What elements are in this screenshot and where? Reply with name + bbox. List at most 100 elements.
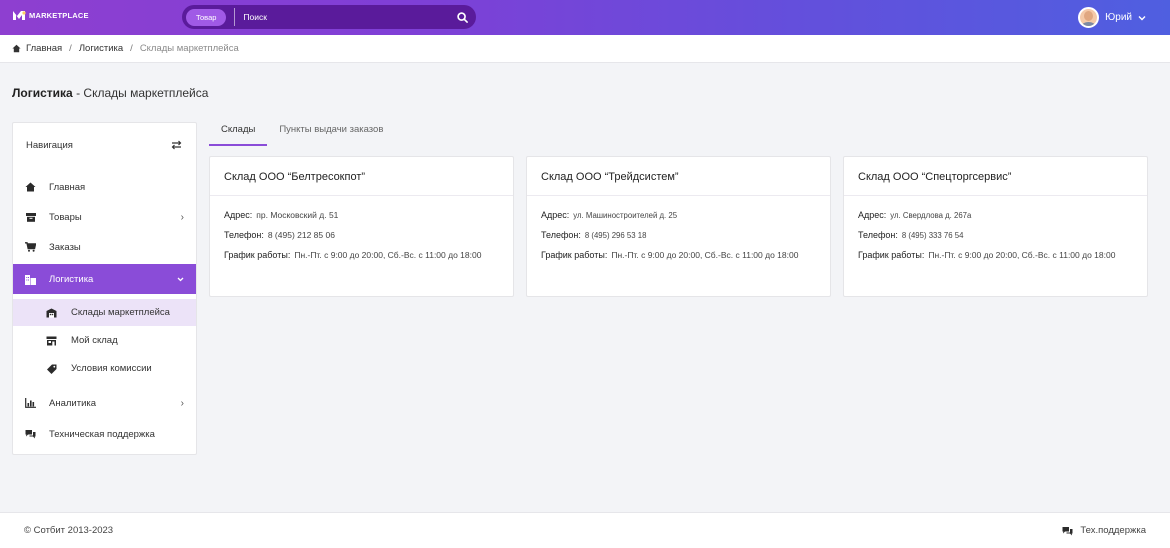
page-title-separator: - xyxy=(72,86,84,100)
logo-text: MARKETPLACE xyxy=(29,11,89,20)
warehouse-card: Склад ООО “Спецторгсервис” Адрес: ул. Све… xyxy=(843,156,1148,297)
page-title-page: Склады маркетплейса xyxy=(83,86,209,100)
address-value: ул. Свердлова д. 267а xyxy=(890,211,972,220)
card-schedule-row: График работы: Пн.-Пт. с 9:00 до 20:00, С… xyxy=(858,248,1133,263)
phone-label: Телефон: xyxy=(858,230,898,240)
schedule-label: График работы: xyxy=(858,250,925,260)
sidebar-subitem-my-warehouse[interactable]: Мой склад xyxy=(13,327,196,354)
top-bar: MARKETPLACE Товар Юрий xyxy=(0,0,1170,35)
address-value: пр. Московский д. 51 xyxy=(256,210,339,220)
phone-value: 8 (495) 296 53 18 xyxy=(584,231,647,240)
schedule-label: График работы: xyxy=(224,250,291,260)
address-label: Адрес: xyxy=(541,210,570,220)
sidebar-item-label: Аналитика xyxy=(49,397,97,409)
warehouse-icon xyxy=(25,274,36,285)
sidebar-subitem-marketplace-warehouses[interactable]: Склады маркетплейса xyxy=(13,299,196,326)
sidebar-item-label: Техническая поддержка xyxy=(49,428,155,440)
breadcrumb-home-link[interactable]: Главная xyxy=(26,43,62,54)
phone-value: 8 (495) 212 85 06 xyxy=(267,230,335,240)
card-phone-row: Телефон: 8 (495) 333 76 54 xyxy=(858,228,1133,243)
address-value: ул. Машиностроителей д. 25 xyxy=(573,211,678,220)
avatar xyxy=(1078,7,1100,28)
sidebar-item-logistics[interactable]: Логистика xyxy=(13,264,196,294)
search-input[interactable] xyxy=(243,12,450,22)
card-address-row: Адрес: ул. Свердлова д. 267а xyxy=(858,208,1133,223)
search-icon xyxy=(456,11,468,23)
card-address-row: Адрес: пр. Московский д. 51 xyxy=(224,208,499,223)
breadcrumb: Главная / Логистика / Склады маркетплейс… xyxy=(0,35,1170,63)
chevron-right-icon: › xyxy=(180,397,184,409)
chevron-down-icon xyxy=(177,274,184,285)
home-icon xyxy=(25,182,36,193)
sidebar-header: Навигация xyxy=(13,123,196,167)
chevron-down-icon xyxy=(1138,15,1146,20)
card-phone-row: Телефон: 8 (495) 296 53 18 xyxy=(541,228,816,243)
sidebar-subitem-label: Мой склад xyxy=(71,335,118,346)
address-label: Адрес: xyxy=(858,210,887,220)
card-title: Склад ООО “Трейдсистем” xyxy=(527,157,830,196)
sidebar-item-label: Логистика xyxy=(49,273,94,285)
store-icon xyxy=(46,335,57,346)
card-title: Склад ООО “Спецторгсервис” xyxy=(844,157,1147,196)
footer-support-label: Тех.поддержка xyxy=(1080,525,1146,536)
sidebar-item-label: Заказы xyxy=(49,241,81,253)
footer-support-link[interactable]: Тех.поддержка xyxy=(1062,525,1146,536)
tab-pickup-points[interactable]: Пункты выдачи заказов xyxy=(267,118,395,146)
sidebar: Навигация Главная Товары › Заказы Логист… xyxy=(12,122,197,455)
tag-icon xyxy=(46,363,57,374)
sidebar-item-home[interactable]: Главная xyxy=(13,172,196,202)
phone-label: Телефон: xyxy=(541,230,581,240)
search-bar: Товар xyxy=(182,5,476,29)
home-icon xyxy=(12,44,21,53)
cart-icon xyxy=(25,242,36,253)
card-address-row: Адрес: ул. Машиностроителей д. 25 xyxy=(541,208,816,223)
page-title-section: Логистика xyxy=(12,86,73,100)
breadcrumb-separator: / xyxy=(130,43,133,54)
card-title: Склад ООО “Белтресокпот” xyxy=(210,157,513,196)
breadcrumb-section-link[interactable]: Логистика xyxy=(79,43,123,54)
page-title: Логистика - Склады маркетплейса xyxy=(12,86,208,100)
warehouse-card: Склад ООО “Белтресокпот” Адрес: пр. Моско… xyxy=(209,156,514,297)
sidebar-heading: Навигация xyxy=(26,139,73,151)
card-body: Адрес: ул. Свердлова д. 267а Телефон: 8 (4… xyxy=(844,196,1147,263)
copyright: © Сотбит 2013-2023 xyxy=(24,525,114,536)
phone-label: Телефон: xyxy=(224,230,264,240)
schedule-value: Пн.-Пт. с 9:00 до 20:00, Сб.-Вс. с 11:00… xyxy=(928,250,1116,260)
card-phone-row: Телефон: 8 (495) 212 85 06 xyxy=(224,228,499,243)
chart-icon xyxy=(25,398,36,409)
user-menu[interactable]: Юрий xyxy=(1078,7,1146,28)
search-button[interactable] xyxy=(450,5,474,29)
footer: © Сотбит 2013-2023 Тех.поддержка xyxy=(0,512,1170,548)
schedule-value: Пн.-Пт. с 9:00 до 20:00, Сб.-Вс. с 11:00… xyxy=(294,250,482,260)
sidebar-item-analytics[interactable]: Аналитика › xyxy=(13,388,196,418)
tab-warehouses[interactable]: Склады xyxy=(209,118,268,146)
chevron-right-icon: › xyxy=(180,211,184,223)
swap-icon[interactable] xyxy=(171,140,182,150)
logo[interactable]: MARKETPLACE xyxy=(12,10,89,21)
card-schedule-row: График работы: Пн.-Пт. с 9:00 до 20:00, С… xyxy=(224,248,499,263)
sidebar-item-label: Главная xyxy=(49,181,86,193)
card-schedule-row: График работы: Пн.-Пт. с 9:00 до 20:00, С… xyxy=(541,248,816,263)
sidebar-subitem-commission-terms[interactable]: Условия комиссии xyxy=(13,355,196,382)
search-category-button[interactable]: Товар xyxy=(186,8,227,26)
sidebar-item-support[interactable]: Техническая поддержка xyxy=(13,419,196,449)
search-divider xyxy=(234,8,236,26)
tabs: Склады Пункты выдачи заказов xyxy=(209,118,395,146)
sidebar-item-orders[interactable]: Заказы xyxy=(13,232,196,262)
warehouse-card: Склад ООО “Трейдсистем” Адрес: ул. Машино… xyxy=(526,156,831,297)
sidebar-item-label: Товары xyxy=(49,211,82,223)
address-label: Адрес: xyxy=(224,210,253,220)
schedule-label: График работы: xyxy=(541,250,608,260)
card-body: Адрес: пр. Московский д. 51 Телефон: 8 (49… xyxy=(210,196,513,263)
logo-icon xyxy=(13,11,26,20)
user-name: Юрий xyxy=(1105,12,1132,23)
card-body: Адрес: ул. Машиностроителей д. 25 Телефон… xyxy=(527,196,830,263)
sidebar-subitem-label: Условия комиссии xyxy=(71,363,152,374)
schedule-value: Пн.-Пт. с 9:00 до 20:00, Сб.-Вс. с 11:00… xyxy=(611,250,799,260)
sidebar-subitem-label: Склады маркетплейса xyxy=(71,307,170,318)
phone-value: 8 (495) 333 76 54 xyxy=(901,231,964,240)
breadcrumb-separator: / xyxy=(69,43,72,54)
warehouse-icon xyxy=(46,307,57,318)
breadcrumb-current: Склады маркетплейса xyxy=(139,43,239,54)
sidebar-item-products[interactable]: Товары › xyxy=(13,202,196,232)
